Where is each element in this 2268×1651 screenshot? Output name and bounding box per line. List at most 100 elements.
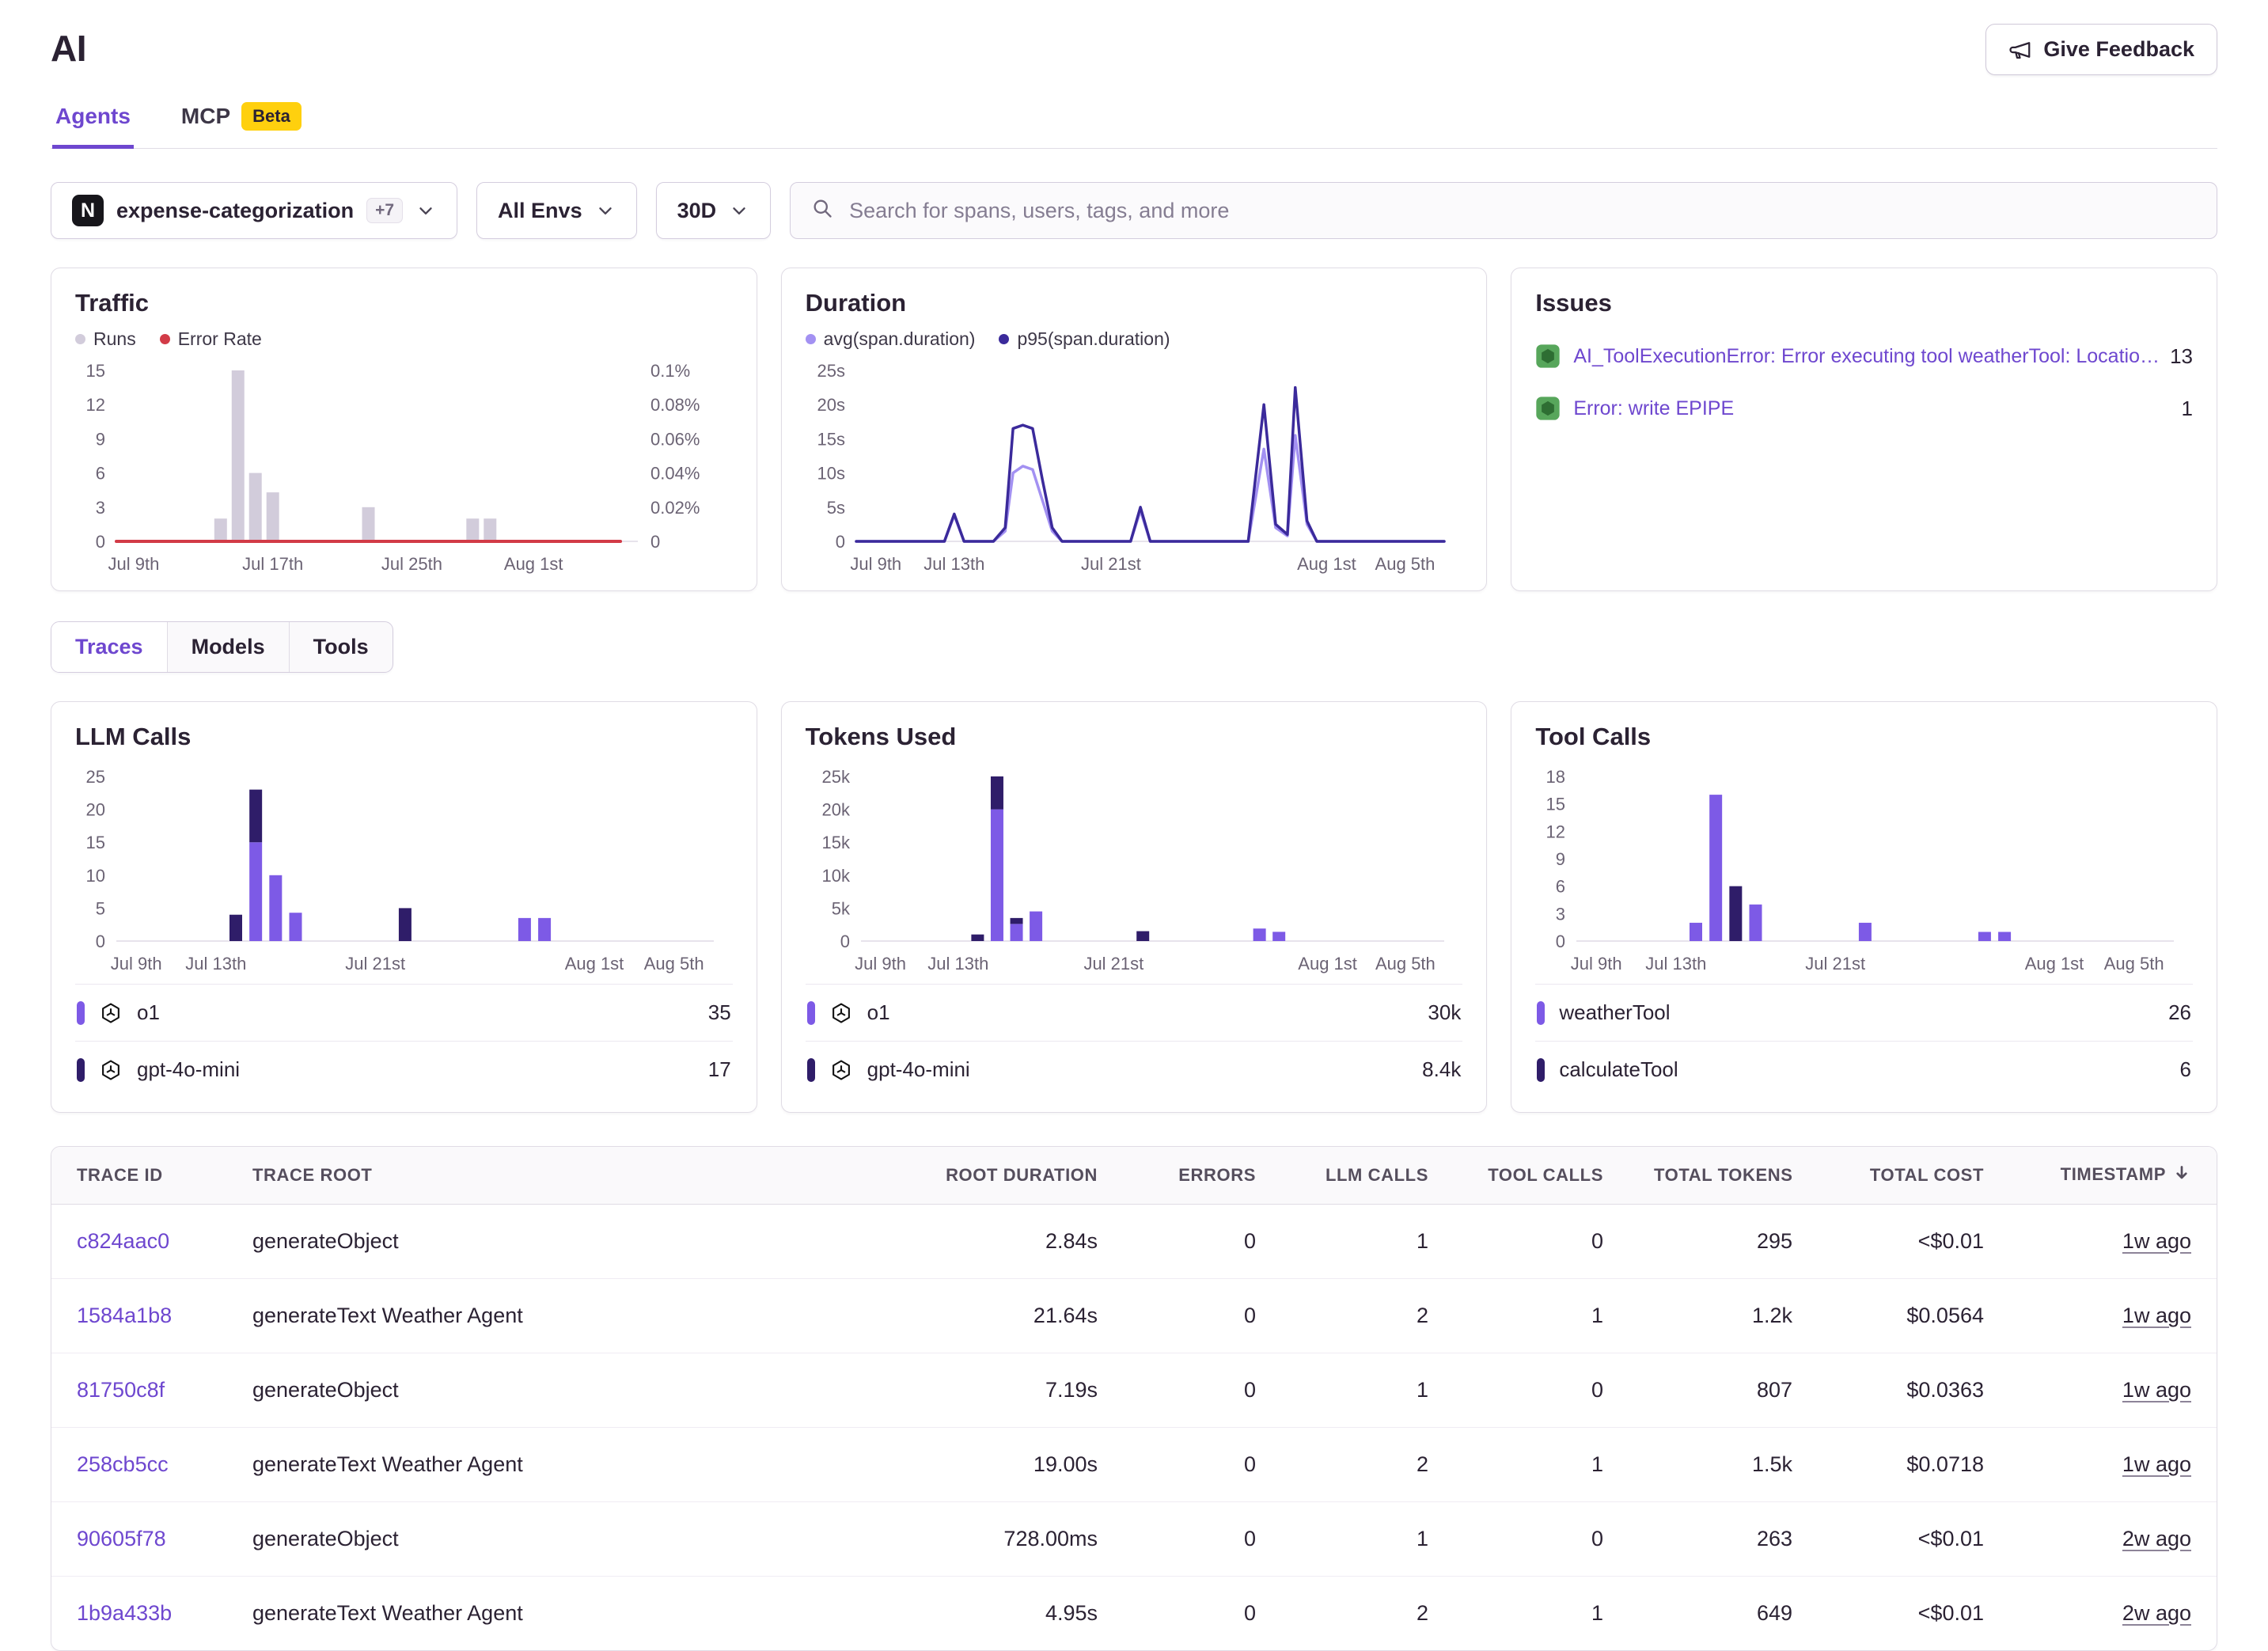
series-row: weatherTool 26	[1535, 984, 2193, 1041]
timestamp-link[interactable]: 1w ago	[2122, 1452, 2191, 1476]
project-filter[interactable]: N expense-categorization +7	[51, 182, 457, 239]
trace-id-link[interactable]: 1b9a433b	[77, 1601, 172, 1625]
issue-link[interactable]: Error: write EPIPE	[1573, 397, 2168, 420]
svg-text:Aug 5th: Aug 5th	[2104, 954, 2164, 974]
card-title: LLM Calls	[75, 723, 733, 751]
project-extra-badge: +7	[366, 198, 403, 223]
table-row[interactable]: 90605f78 generateObject 728.00ms 0 1 0 2…	[51, 1502, 2217, 1577]
table-row[interactable]: 258cb5cc generateText Weather Agent 19.0…	[51, 1428, 2217, 1502]
tool-calls-chart: 0369121518Jul 9thJul 13thJul 21stAug 1st…	[1535, 764, 2193, 976]
column-header[interactable]: TIMESTAMP	[2009, 1147, 2217, 1205]
column-header[interactable]: TRACE ID	[51, 1147, 227, 1205]
tool-calls-cell: 0	[1454, 1205, 1629, 1279]
svg-text:3: 3	[1556, 904, 1565, 924]
svg-text:25k: 25k	[821, 767, 850, 787]
tab-mcp[interactable]: MCP Beta	[178, 101, 305, 149]
give-feedback-button[interactable]: Give Feedback	[1985, 24, 2217, 75]
llm-calls-cell: 2	[1281, 1428, 1454, 1502]
column-header[interactable]: TOOL CALLS	[1454, 1147, 1629, 1205]
trace-root-cell: generateText Weather Agent	[227, 1279, 776, 1353]
svg-text:Jul 13th: Jul 13th	[924, 554, 984, 574]
subtab-models[interactable]: Models	[167, 622, 289, 672]
page-title: AI	[51, 27, 86, 70]
svg-text:20s: 20s	[817, 395, 844, 415]
svg-text:15k: 15k	[821, 833, 850, 852]
series-row: calculateTool 6	[1535, 1041, 2193, 1098]
series-swatch	[77, 1001, 85, 1025]
svg-text:Jul 21st: Jul 21st	[1083, 954, 1143, 974]
timestamp-link[interactable]: 1w ago	[2122, 1378, 2191, 1402]
timestamp-link[interactable]: 1w ago	[2122, 1304, 2191, 1327]
subtab-traces[interactable]: Traces	[51, 622, 167, 672]
total-tokens-cell: 263	[1629, 1502, 1818, 1577]
errors-cell: 0	[1123, 1279, 1281, 1353]
card-title: Tokens Used	[806, 723, 1463, 751]
timestamp-link[interactable]: 2w ago	[2122, 1601, 2191, 1625]
card-title: Tool Calls	[1535, 723, 2193, 751]
trace-id-link[interactable]: 81750c8f	[77, 1378, 165, 1402]
trace-id-link[interactable]: 258cb5cc	[77, 1452, 169, 1476]
column-header[interactable]: TOTAL TOKENS	[1629, 1147, 1818, 1205]
chevron-down-icon	[729, 200, 749, 221]
timestamp-link[interactable]: 2w ago	[2122, 1527, 2191, 1550]
issue-link[interactable]: AI_ToolExecutionError: Error executing t…	[1573, 345, 2157, 368]
range-filter[interactable]: 30D	[656, 182, 772, 239]
search-input[interactable]	[848, 198, 2196, 224]
svg-text:15: 15	[1546, 795, 1565, 814]
series-row: o1 30k	[806, 984, 1463, 1041]
table-body: c824aac0 generateObject 2.84s 0 1 0 295 …	[51, 1205, 2217, 1651]
svg-text:20: 20	[86, 800, 105, 820]
root-duration-cell: 21.64s	[776, 1279, 1123, 1353]
svg-text:0.08%: 0.08%	[650, 395, 700, 415]
trace-root-cell: generateText Weather Agent	[227, 1577, 776, 1651]
column-header[interactable]: ROOT DURATION	[776, 1147, 1123, 1205]
total-tokens-cell: 1.2k	[1629, 1279, 1818, 1353]
issue-count: 13	[2170, 344, 2193, 369]
trace-root-cell: generateText Weather Agent	[227, 1428, 776, 1502]
subtab-tools[interactable]: Tools	[289, 622, 393, 672]
svg-text:0: 0	[650, 532, 660, 552]
table-row[interactable]: 1584a1b8 generateText Weather Agent 21.6…	[51, 1279, 2217, 1353]
tokens-used-card: Tokens Used 05k10k15k20k25kJul 9thJul 13…	[781, 701, 1488, 1113]
table-row[interactable]: 81750c8f generateObject 7.19s 0 1 0 807 …	[51, 1353, 2217, 1428]
table-row[interactable]: c824aac0 generateObject 2.84s 0 1 0 295 …	[51, 1205, 2217, 1279]
nodejs-icon	[1535, 343, 1561, 369]
tab-agents[interactable]: Agents	[52, 101, 134, 149]
series-value: 30k	[1428, 1000, 1461, 1025]
svg-text:18: 18	[1546, 767, 1565, 787]
root-duration-cell: 19.00s	[776, 1428, 1123, 1502]
svg-text:9: 9	[96, 429, 105, 449]
column-header[interactable]: TRACE ROOT	[227, 1147, 776, 1205]
svg-text:Jul 25th: Jul 25th	[381, 554, 442, 574]
trace-id-link[interactable]: c824aac0	[77, 1229, 169, 1253]
series-swatch	[1537, 1001, 1545, 1025]
chevron-down-icon	[595, 200, 616, 221]
legend-dot	[999, 334, 1009, 344]
search-box[interactable]	[790, 182, 2217, 239]
column-header-label: TRACE ID	[77, 1165, 163, 1185]
env-filter[interactable]: All Envs	[476, 182, 637, 239]
column-header[interactable]: ERRORS	[1123, 1147, 1281, 1205]
legend-item: p95(span.duration)	[999, 328, 1170, 350]
trace-id-link[interactable]: 90605f78	[77, 1527, 166, 1550]
legend-item: Runs	[75, 328, 136, 350]
legend-item: Error Rate	[160, 328, 262, 350]
svg-text:Jul 21st: Jul 21st	[1806, 954, 1866, 974]
svg-text:Jul 9th: Jul 9th	[108, 554, 160, 574]
issues-card: Issues AI_ToolExecutionError: Error exec…	[1511, 268, 2217, 591]
total-tokens-cell: 649	[1629, 1577, 1818, 1651]
column-header[interactable]: LLM CALLS	[1281, 1147, 1454, 1205]
series-value: 8.4k	[1422, 1057, 1461, 1082]
table-row[interactable]: 1b9a433b generateText Weather Agent 4.95…	[51, 1577, 2217, 1651]
column-header[interactable]: TOTAL COST	[1818, 1147, 2009, 1205]
svg-text:15: 15	[86, 361, 105, 381]
timestamp-link[interactable]: 1w ago	[2122, 1229, 2191, 1253]
svg-text:Jul 9th: Jul 9th	[850, 554, 901, 574]
legend-dot	[160, 334, 170, 344]
traffic-card: Traffic Runs Error Rate 0369121500.02%0.…	[51, 268, 757, 591]
svg-text:10s: 10s	[817, 464, 844, 484]
page: AI Give Feedback Agents MCP Beta N expen…	[0, 0, 2268, 1651]
column-header-label: TIMESTAMP	[2061, 1164, 2166, 1184]
trace-id-link[interactable]: 1584a1b8	[77, 1304, 172, 1327]
issue-count: 1	[2182, 397, 2193, 421]
